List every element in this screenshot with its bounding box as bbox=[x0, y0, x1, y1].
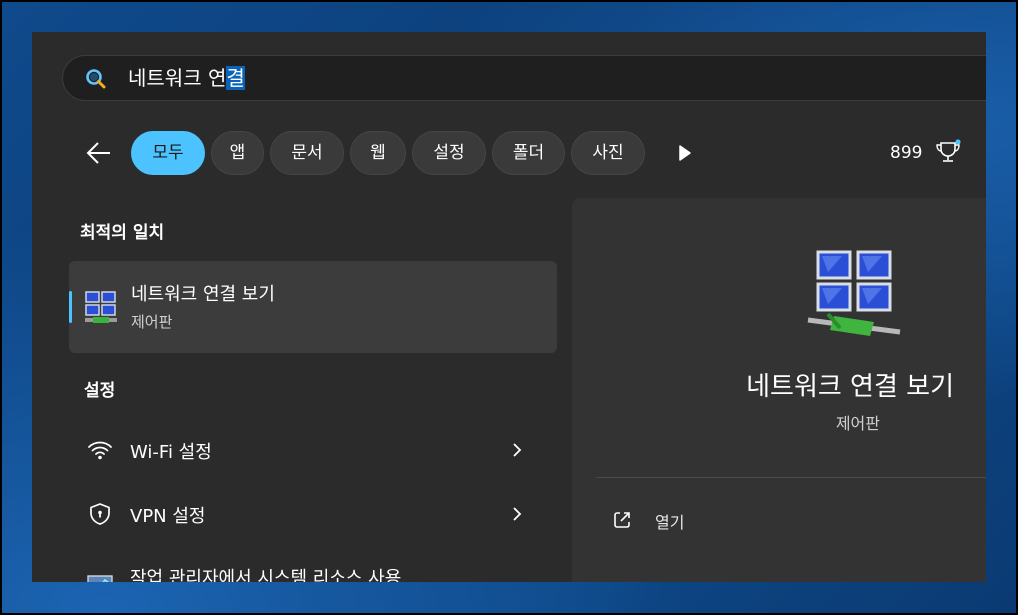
selection-indicator bbox=[69, 291, 72, 323]
back-arrow-icon[interactable] bbox=[84, 138, 114, 168]
settings-item-task-manager[interactable]: 작업 관리자에서 시스템 리소스 사용 bbox=[69, 552, 557, 582]
search-text-plain: 네트워크 연 bbox=[128, 66, 227, 90]
filter-chip-photos[interactable]: 사진 bbox=[571, 131, 645, 175]
best-match-title: 네트워크 연결 보기 bbox=[131, 284, 275, 305]
more-filters-play-icon[interactable] bbox=[674, 142, 694, 164]
network-connections-icon bbox=[85, 291, 117, 323]
shield-icon bbox=[90, 503, 110, 525]
search-bar[interactable]: 네트워크 연결 bbox=[62, 55, 986, 101]
settings-heading: 설정 bbox=[84, 381, 116, 401]
chevron-right-icon bbox=[513, 507, 522, 521]
task-manager-icon bbox=[87, 575, 113, 582]
best-match-subtitle: 제어판 bbox=[131, 313, 173, 331]
preview-title: 네트워크 연결 보기 bbox=[746, 372, 954, 402]
vpn-settings-label: VPN 설정 bbox=[130, 506, 206, 527]
search-icon bbox=[86, 69, 106, 89]
preview-subtitle: 제어판 bbox=[835, 414, 880, 433]
trophy-icon[interactable] bbox=[934, 139, 962, 165]
task-manager-label: 작업 관리자에서 시스템 리소스 사용 bbox=[130, 568, 402, 582]
search-input[interactable]: 네트워크 연결 bbox=[128, 66, 245, 90]
preview-divider bbox=[596, 477, 986, 478]
filter-chip-documents[interactable]: 문서 bbox=[270, 131, 344, 175]
start-search-panel: 네트워크 연결 모두 앱 문서 웹 설정 폴더 사진 899 최적의 일치 네트 bbox=[32, 32, 986, 582]
open-action[interactable]: 열기 bbox=[596, 498, 986, 542]
settings-item-vpn[interactable]: VPN 설정 bbox=[69, 488, 557, 540]
best-match-item[interactable]: 네트워크 연결 보기 제어판 bbox=[69, 261, 557, 353]
filter-chip-apps[interactable]: 앱 bbox=[211, 131, 264, 175]
preview-pane: 네트워크 연결 보기 제어판 열기 bbox=[572, 198, 986, 582]
open-external-icon bbox=[614, 512, 630, 528]
settings-item-wifi[interactable]: Wi-Fi 설정 bbox=[69, 424, 557, 476]
open-label: 열기 bbox=[655, 513, 685, 532]
best-match-heading: 최적의 일치 bbox=[80, 223, 165, 243]
filter-chip-settings[interactable]: 설정 bbox=[412, 131, 486, 175]
chevron-right-icon bbox=[513, 443, 522, 457]
filter-chip-folders[interactable]: 폴더 bbox=[492, 131, 565, 175]
rewards-points: 899 bbox=[890, 143, 923, 163]
filter-chip-all[interactable]: 모두 bbox=[131, 131, 205, 175]
filter-chip-web[interactable]: 웹 bbox=[350, 131, 406, 175]
network-connections-large-icon bbox=[807, 250, 901, 336]
search-text-selected: 결 bbox=[226, 66, 245, 90]
wifi-icon bbox=[88, 441, 112, 460]
wifi-settings-label: Wi-Fi 설정 bbox=[130, 442, 212, 463]
